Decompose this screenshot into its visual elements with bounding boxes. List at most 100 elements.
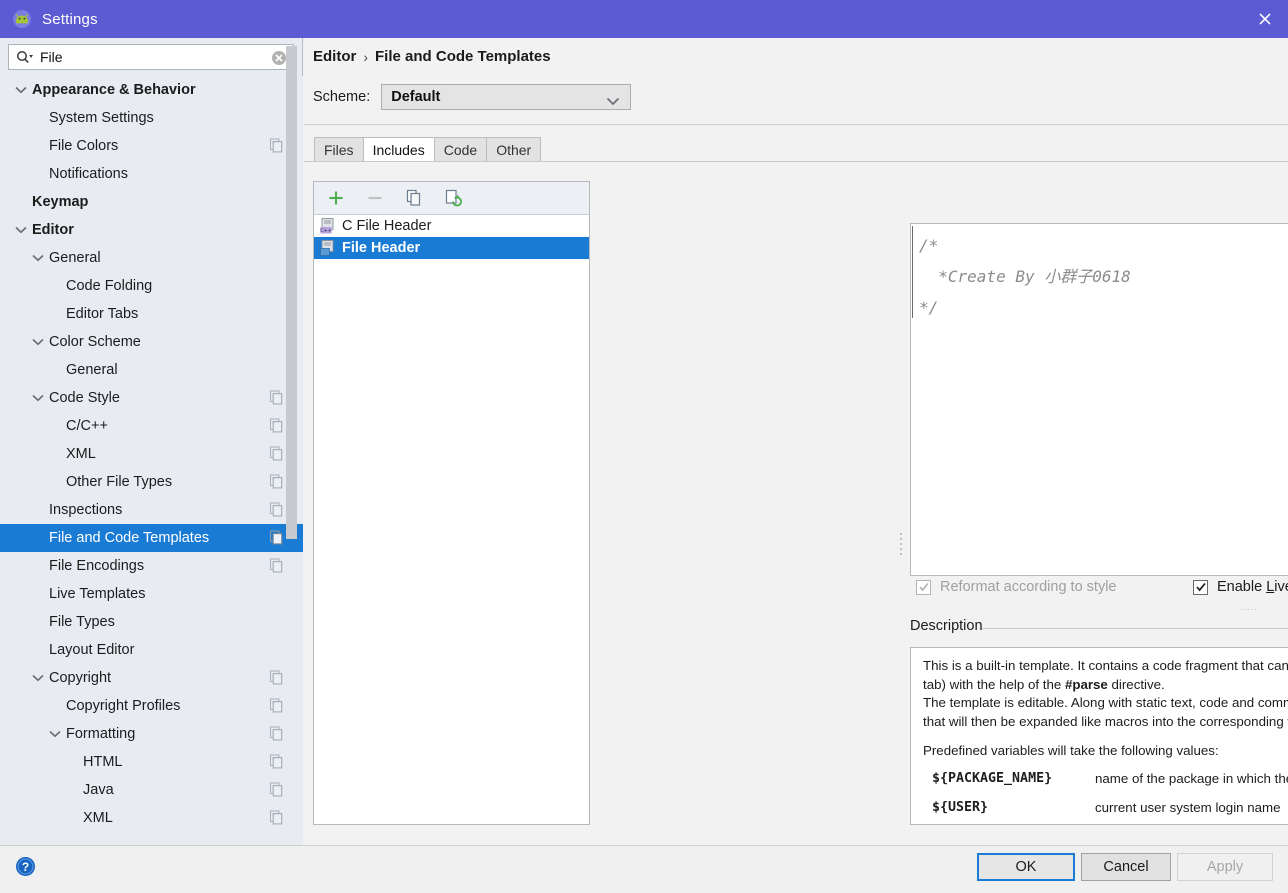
cancel-button[interactable]: Cancel [1081, 853, 1171, 881]
copy-settings-icon[interactable] [269, 810, 284, 825]
sidebar-item-appearance-behavior[interactable]: Appearance & Behavior [0, 76, 303, 104]
scheme-dropdown[interactable]: Default [381, 84, 631, 110]
list-item[interactable]: File Header [314, 237, 589, 259]
chevron-down-icon[interactable] [30, 390, 46, 406]
panel-splitter[interactable] [895, 181, 908, 825]
sidebar-item-label: General [66, 362, 118, 378]
description-paragraph-2: The template is editable. Along with sta… [923, 694, 1288, 731]
breadcrumb-separator-icon: › [363, 49, 368, 65]
list-item[interactable]: C++C File Header [314, 215, 589, 237]
search-input[interactable]: File [8, 44, 294, 70]
template-list-toolbar [314, 182, 589, 215]
sidebar-item-file-and-code-templates[interactable]: File and Code Templates [0, 524, 303, 552]
copy-settings-icon[interactable] [269, 670, 284, 685]
sidebar-item-editor-tabs[interactable]: Editor Tabs [0, 300, 303, 328]
add-template-button[interactable] [325, 187, 347, 209]
tree-spacer [47, 306, 63, 322]
tree-spacer [47, 698, 63, 714]
predefined-variables-table: ${PACKAGE_NAME}name of the package in wh… [923, 768, 1288, 825]
tree-spacer [30, 110, 46, 126]
copy-settings-icon[interactable] [269, 782, 284, 797]
sidebar-item-live-templates[interactable]: Live Templates [0, 580, 303, 608]
sidebar-item-inspections[interactable]: Inspections [0, 496, 303, 524]
copy-settings-icon[interactable] [269, 754, 284, 769]
chevron-down-icon[interactable] [30, 250, 46, 266]
sidebar-item-file-types[interactable]: File Types [0, 608, 303, 636]
sidebar-item-copyright-profiles[interactable]: Copyright Profiles [0, 692, 303, 720]
sidebar-item-general[interactable]: General [0, 244, 303, 272]
breadcrumb-parent[interactable]: Editor [313, 48, 356, 65]
sidebar-item-editor[interactable]: Editor [0, 216, 303, 244]
enable-live-templates-checkbox[interactable]: Enable Live Templates [1193, 579, 1288, 595]
sidebar-item-copyright[interactable]: Copyright [0, 664, 303, 692]
sidebar-item-code-folding[interactable]: Code Folding [0, 272, 303, 300]
scheme-label: Scheme: [313, 89, 370, 105]
copy-settings-icon[interactable] [269, 138, 284, 153]
desc-p1-b: tab) with the help of the [923, 677, 1065, 692]
tab-includes[interactable]: Includes [363, 137, 434, 162]
copy-settings-icon[interactable] [269, 726, 284, 741]
template-editor[interactable]: /* *Create By 小群子0618 */ [910, 223, 1288, 576]
copy-settings-icon[interactable] [269, 446, 284, 461]
copy-settings-icon[interactable] [269, 502, 284, 517]
sidebar-item-xml[interactable]: XML [0, 804, 303, 832]
copy-settings-icon[interactable] [269, 474, 284, 489]
sidebar-item-keymap[interactable]: Keymap [0, 188, 303, 216]
settings-tree[interactable]: Appearance & BehaviorSystem SettingsFile… [0, 76, 303, 845]
sidebar-item-label: Color Scheme [49, 334, 141, 350]
chevron-down-icon[interactable] [30, 334, 46, 350]
sidebar-item-label: Inspections [49, 502, 122, 518]
tree-spacer [47, 474, 63, 490]
tab-files[interactable]: Files [314, 137, 363, 162]
variable-description: name of the package in which the new fil… [1095, 768, 1288, 797]
resize-grip-icon[interactable]: ..... [1240, 602, 1258, 612]
description-box: This is a built-in template. It contains… [910, 647, 1288, 825]
sidebar-item-system-settings[interactable]: System Settings [0, 104, 303, 132]
tree-spacer [30, 530, 46, 546]
copy-settings-icon[interactable] [269, 390, 284, 405]
copy-settings-icon[interactable] [269, 530, 284, 545]
copy-settings-icon[interactable] [269, 418, 284, 433]
scheme-row: Scheme: Default [313, 84, 631, 110]
sidebar-item-c-c[interactable]: C/C++ [0, 412, 303, 440]
sidebar-item-label: Notifications [49, 166, 128, 182]
help-circle-icon[interactable]: ? [15, 856, 36, 877]
sidebar-item-color-scheme[interactable]: Color Scheme [0, 328, 303, 356]
tab-code[interactable]: Code [434, 137, 486, 162]
clear-circle-icon[interactable] [271, 50, 287, 66]
sidebar-item-java[interactable]: Java [0, 776, 303, 804]
sidebar-item-layout-editor[interactable]: Layout Editor [0, 636, 303, 664]
sidebar-item-xml[interactable]: XML [0, 440, 303, 468]
sidebar-item-other-file-types[interactable]: Other File Types [0, 468, 303, 496]
chevron-down-icon[interactable] [47, 726, 63, 742]
tree-spacer [30, 138, 46, 154]
description-legend: Description [910, 618, 990, 634]
reset-template-button[interactable] [442, 187, 464, 209]
template-category-tabs[interactable]: FilesIncludesCodeOther [314, 137, 541, 162]
sidebar-item-label: Appearance & Behavior [32, 82, 196, 98]
tree-spacer [47, 446, 63, 462]
sidebar-item-label: Live Templates [49, 586, 145, 602]
chevron-down-icon[interactable] [13, 222, 29, 238]
close-icon[interactable] [1242, 0, 1288, 38]
sidebar-item-general[interactable]: General [0, 356, 303, 384]
sidebar-scrollbar-thumb[interactable] [286, 46, 297, 539]
copy-settings-icon[interactable] [269, 558, 284, 573]
sidebar-item-label: Copyright Profiles [66, 698, 180, 714]
settings-main-panel: Editor › File and Code Templates Scheme:… [304, 38, 1288, 845]
sidebar-item-formatting[interactable]: Formatting [0, 720, 303, 748]
sidebar-item-label: Code Folding [66, 278, 152, 294]
sidebar-item-code-style[interactable]: Code Style [0, 384, 303, 412]
copy-template-button[interactable] [403, 187, 425, 209]
tab-other[interactable]: Other [486, 137, 541, 162]
sidebar-item-file-encodings[interactable]: File Encodings [0, 552, 303, 580]
sidebar-item-file-colors[interactable]: File Colors [0, 132, 303, 160]
sidebar-item-notifications[interactable]: Notifications [0, 160, 303, 188]
chevron-down-icon[interactable] [30, 670, 46, 686]
chevron-down-icon[interactable] [13, 82, 29, 98]
copy-settings-icon[interactable] [269, 698, 284, 713]
template-list[interactable]: C++C File HeaderFile Header [314, 215, 589, 259]
ok-button[interactable]: OK [977, 853, 1075, 881]
sidebar-item-html[interactable]: HTML [0, 748, 303, 776]
sidebar-item-label: Keymap [32, 194, 88, 210]
